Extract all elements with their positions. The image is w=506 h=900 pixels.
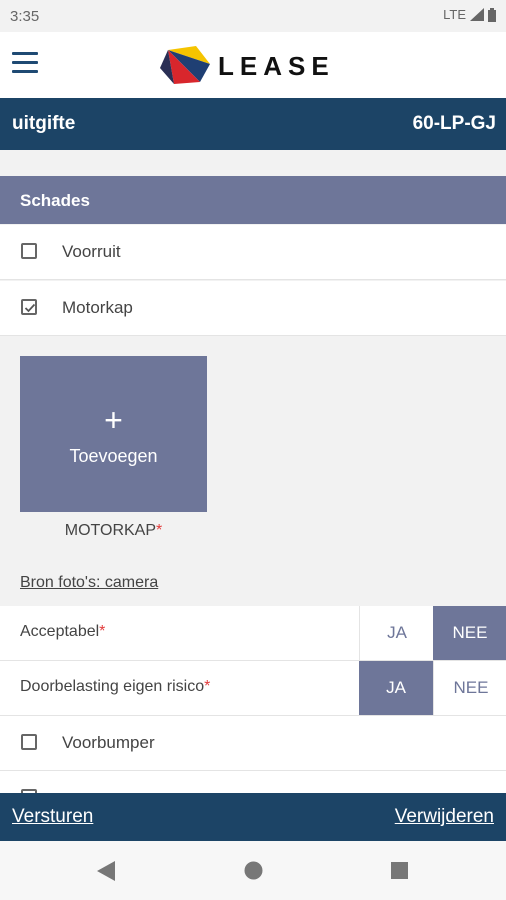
damage-label: Voorbumper — [62, 733, 155, 752]
system-nav-bar — [0, 841, 506, 900]
home-icon[interactable] — [244, 861, 263, 880]
logo-text: LEASE — [218, 50, 335, 81]
plus-icon: + — [104, 402, 123, 438]
damage-label: Voorruit — [62, 242, 121, 261]
checkbox-voorbumper[interactable] — [21, 734, 37, 750]
status-time: 3:35 — [10, 8, 40, 25]
recents-icon[interactable] — [391, 862, 408, 879]
damage-row-motorkap[interactable]: Motorkap — [0, 281, 506, 336]
photo-caption-text: MOTORKAP — [64, 522, 157, 539]
damage-row-voorruit[interactable]: Voorruit — [0, 225, 506, 280]
section-header-schades: Schades — [0, 176, 506, 224]
add-photo-button[interactable]: + Toevoegen — [20, 356, 207, 512]
page-title: uitgifte — [12, 113, 76, 134]
battery-icon — [488, 7, 496, 22]
app-bar: LEASE — [0, 32, 506, 98]
signal-icon — [470, 8, 484, 21]
bottom-action-bar: Versturen Verwijderen — [0, 793, 506, 841]
question-label: Acceptabel* — [20, 623, 105, 641]
question-label: Doorbelasting eigen risico* — [20, 678, 210, 696]
required-mark: * — [99, 623, 106, 640]
logo-mark-icon — [160, 46, 210, 84]
photo-caption: MOTORKAP* — [20, 522, 207, 540]
status-icons: LTE — [443, 7, 496, 22]
question-row-acceptabel: Acceptabel* JA NEE — [0, 606, 506, 661]
required-mark: * — [156, 522, 163, 539]
doorbelasting-ja-button[interactable]: JA — [359, 661, 433, 715]
check-icon — [24, 303, 36, 313]
back-icon[interactable] — [97, 861, 115, 881]
lease-logo: LEASE — [160, 44, 350, 88]
checkbox-motorkap[interactable] — [21, 299, 37, 315]
question-text: Doorbelasting eigen risico — [20, 678, 205, 695]
status-bar: 3:35 LTE — [0, 0, 506, 32]
section-title: Schades — [20, 191, 90, 210]
required-mark: * — [204, 678, 211, 695]
question-row-doorbelasting: Doorbelasting eigen risico* JA NEE — [0, 661, 506, 716]
damage-row-voorbumper[interactable]: Voorbumper — [0, 716, 506, 771]
checkbox-voorruit[interactable] — [21, 243, 37, 259]
damage-label: Motorkap — [62, 298, 133, 317]
damage-row-partial — [0, 771, 506, 805]
title-bar: uitgifte 60-LP-GJ — [0, 98, 506, 150]
network-label: LTE — [443, 7, 466, 22]
license-plate: 60-LP-GJ — [412, 113, 496, 134]
add-photo-label: Toevoegen — [69, 446, 158, 466]
delete-button[interactable]: Verwijderen — [395, 806, 494, 828]
acceptabel-ja-button[interactable]: JA — [359, 606, 434, 660]
hamburger-menu-icon[interactable] — [12, 52, 38, 74]
question-text: Acceptabel — [20, 623, 100, 640]
acceptabel-nee-button[interactable]: NEE — [433, 606, 506, 660]
photo-section: + Toevoegen MOTORKAP* Bron foto's: camer… — [0, 336, 506, 606]
photo-source-link[interactable]: Bron foto's: camera — [20, 574, 158, 592]
doorbelasting-nee-button[interactable]: NEE — [433, 661, 506, 715]
send-button[interactable]: Versturen — [12, 806, 93, 828]
